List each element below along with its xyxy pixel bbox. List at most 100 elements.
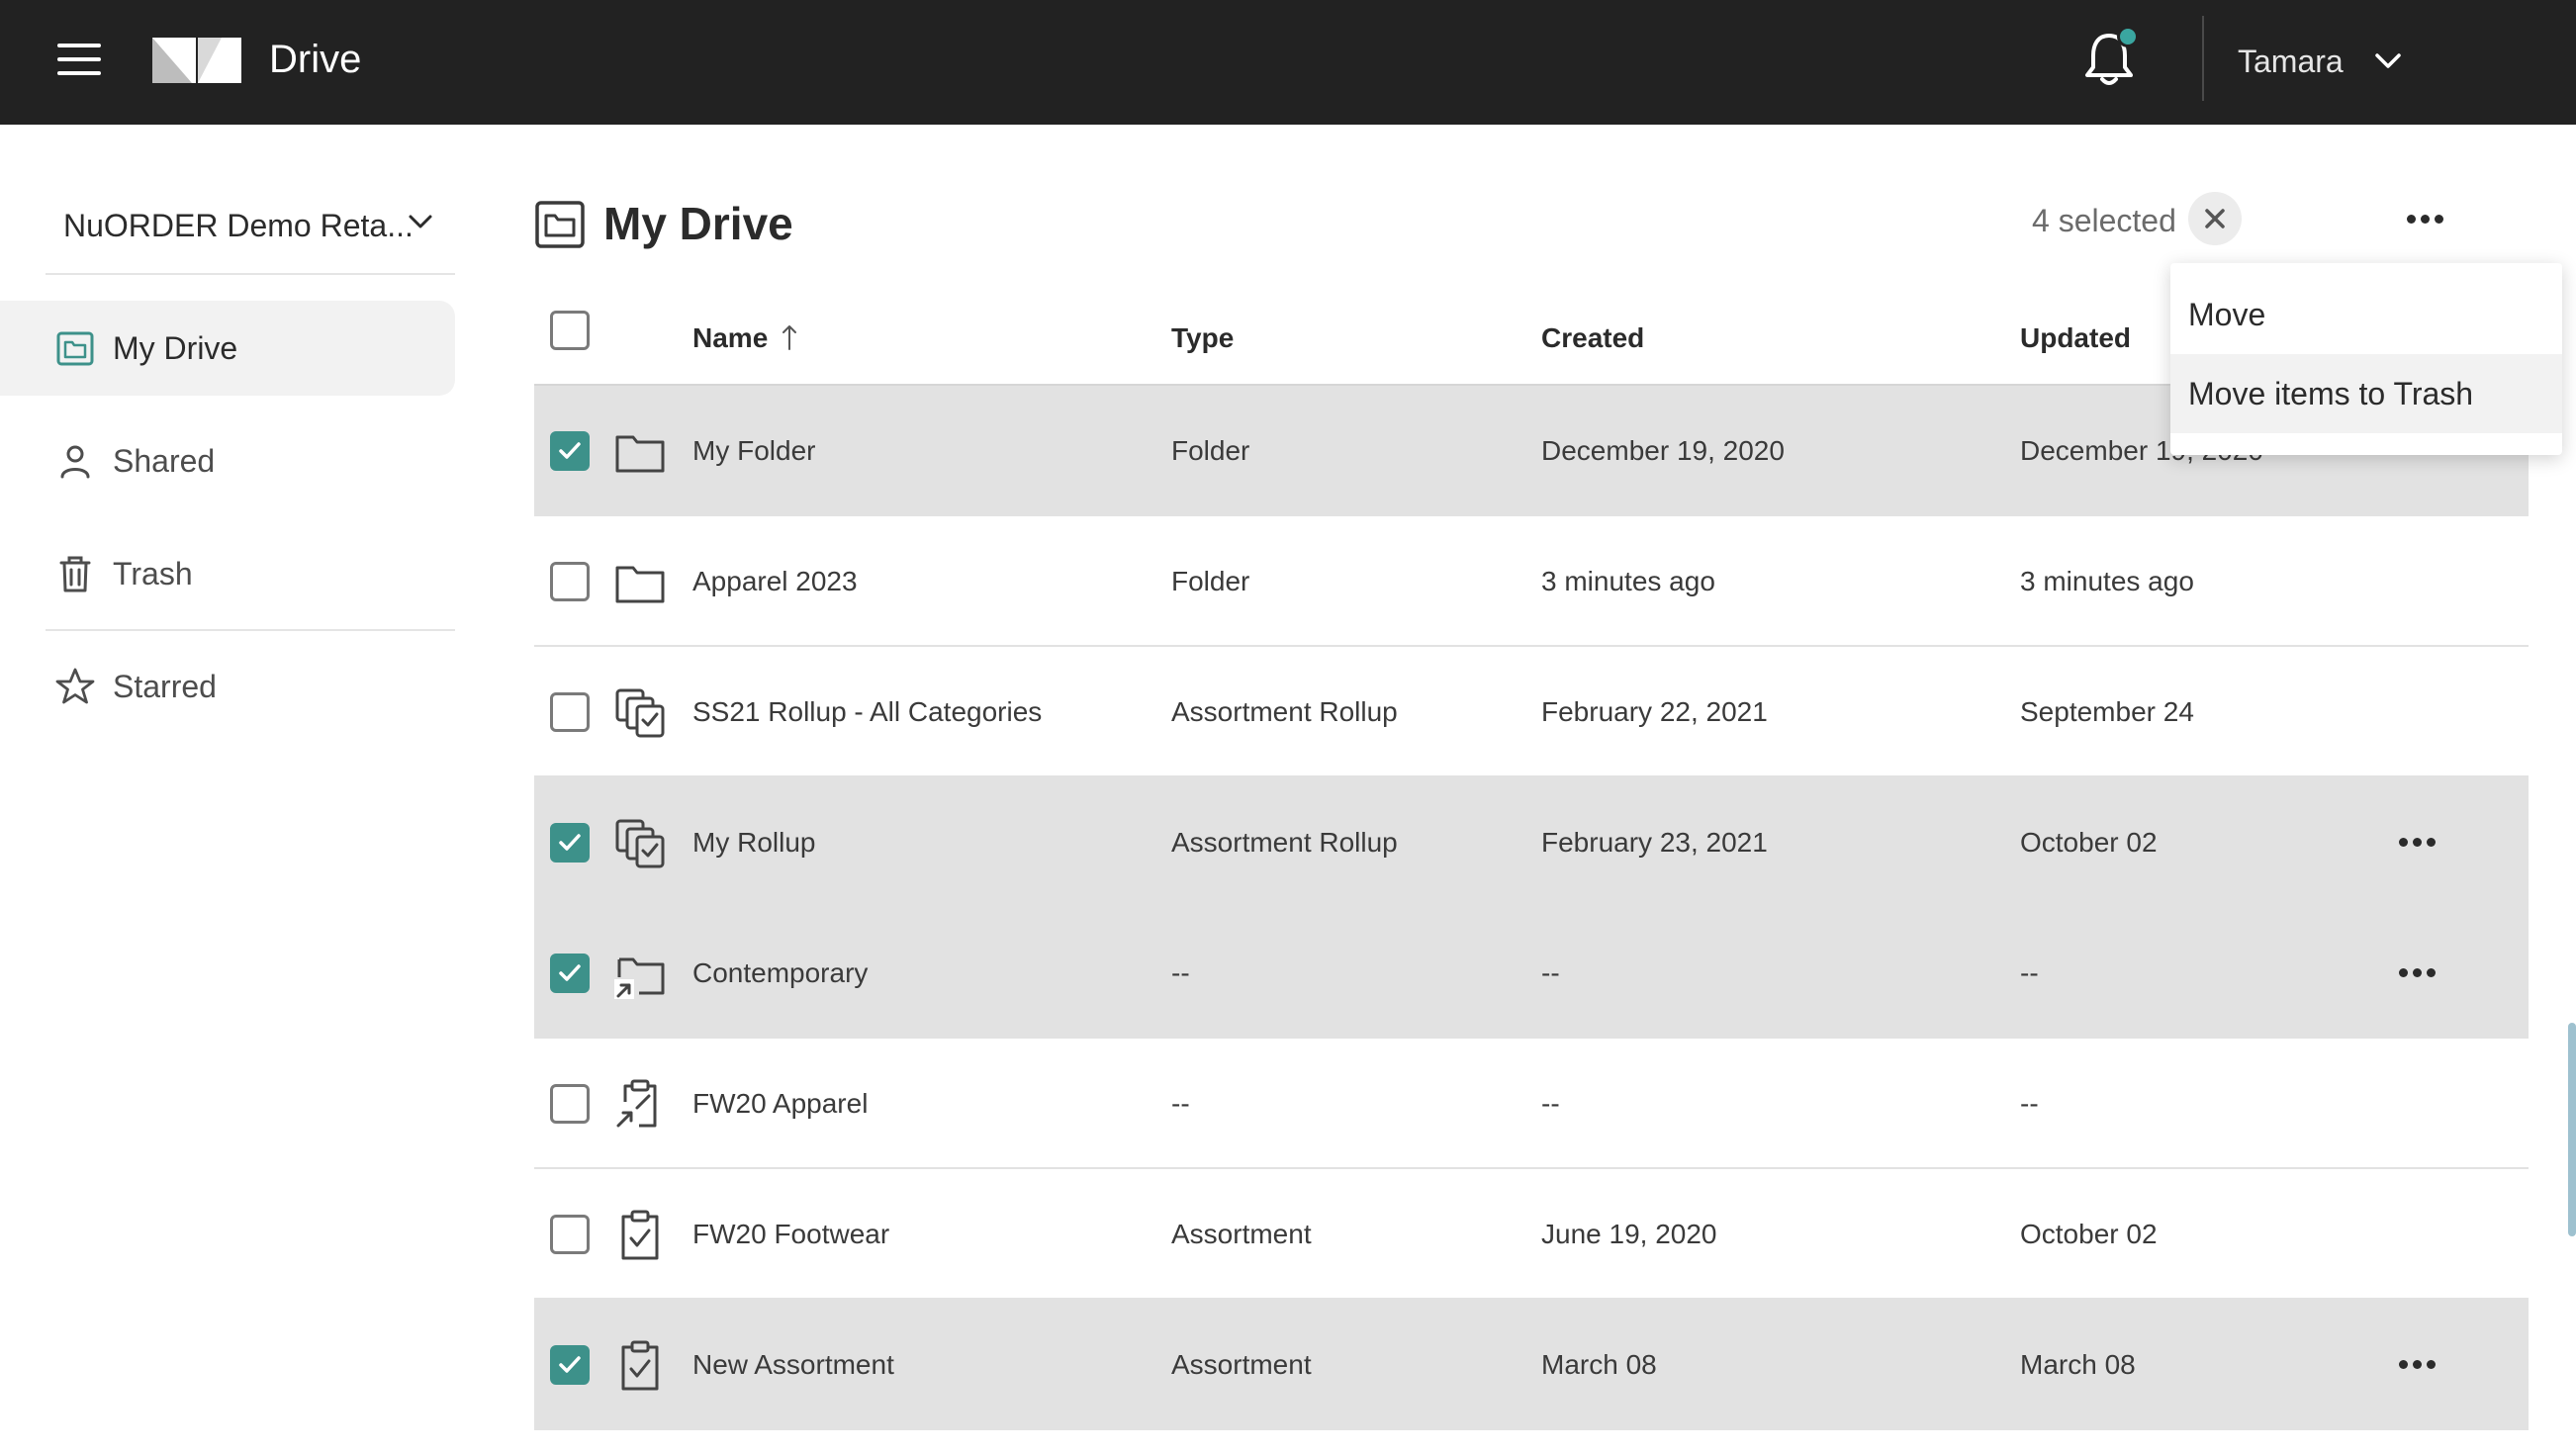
- chevron-down-icon: [2374, 53, 2401, 68]
- row-created: February 23, 2021: [1541, 827, 1768, 858]
- folder-icon: [615, 566, 665, 603]
- chevron-down-icon: [409, 215, 432, 228]
- row-checkbox[interactable]: [550, 1084, 590, 1124]
- row-updated: October 02: [2020, 1219, 2158, 1249]
- row-checkbox[interactable]: [550, 1215, 590, 1254]
- more-horizontal-icon: [2394, 957, 2439, 987]
- sidebar-divider: [46, 273, 455, 275]
- row-created: February 22, 2021: [1541, 696, 1768, 727]
- column-header-label: Name: [692, 322, 769, 353]
- rollup-icon: [615, 819, 665, 868]
- shortcut-folder-icon: [614, 957, 665, 999]
- row-more-button[interactable]: [2394, 957, 2439, 987]
- table-row[interactable]: FW20 Apparel -- -- --: [534, 1039, 2529, 1169]
- checkmark-icon: [559, 442, 581, 459]
- more-horizontal-icon: [2394, 1349, 2439, 1379]
- shortcut-assortment-icon: [616, 1079, 657, 1128]
- row-checkbox[interactable]: [550, 562, 590, 601]
- row-type: --: [1171, 957, 1190, 988]
- table-row[interactable]: SS21 Rollup - All Categories Assortment …: [534, 647, 2529, 777]
- user-name: Tamara: [2238, 43, 2344, 79]
- assortment-icon: [621, 1210, 659, 1260]
- drive-folder-icon: [56, 331, 94, 366]
- app-title: Drive: [269, 38, 362, 81]
- row-created: June 19, 2020: [1541, 1219, 1717, 1249]
- row-updated: October 02: [2020, 827, 2158, 858]
- top-bar: Drive Tamara: [0, 0, 2576, 125]
- row-more-button[interactable]: [2394, 827, 2439, 857]
- menu-item-move[interactable]: Move: [2170, 275, 2562, 354]
- folder-icon: [615, 435, 665, 473]
- star-icon: [55, 668, 95, 704]
- bulk-actions-more-button[interactable]: [2402, 204, 2447, 233]
- row-type: Folder: [1171, 566, 1250, 596]
- row-checkbox[interactable]: [550, 1345, 590, 1385]
- column-header-created[interactable]: Created: [1541, 318, 1644, 358]
- row-name: My Folder: [692, 435, 816, 466]
- more-horizontal-icon: [2394, 827, 2439, 857]
- row-name: My Rollup: [692, 827, 816, 858]
- sidebar-item-starred[interactable]: Starred: [0, 639, 455, 734]
- row-name: SS21 Rollup - All Categories: [692, 696, 1043, 727]
- row-created: March 08: [1541, 1349, 1657, 1380]
- table-row[interactable]: FW20 Footwear Assortment June 19, 2020 O…: [534, 1169, 2529, 1300]
- scrollbar-thumb[interactable]: [2568, 1023, 2576, 1236]
- row-checkbox[interactable]: [550, 954, 590, 993]
- row-type: Assortment: [1171, 1349, 1312, 1380]
- bulk-actions-menu: Move Move items to Trash: [2170, 263, 2562, 455]
- trash-icon: [59, 556, 91, 592]
- person-icon: [60, 445, 90, 479]
- row-checkbox[interactable]: [550, 823, 590, 863]
- close-icon: [2205, 209, 2225, 228]
- row-name: FW20 Footwear: [692, 1219, 890, 1249]
- column-header-type[interactable]: Type: [1171, 318, 1234, 358]
- file-table: Name Type Created Updated My Folder Fold…: [534, 287, 2529, 1430]
- row-type: --: [1171, 1088, 1190, 1119]
- hamburger-menu-icon[interactable]: [57, 42, 101, 77]
- assortment-icon: [621, 1340, 659, 1391]
- topbar-divider: [2202, 16, 2204, 101]
- row-checkbox[interactable]: [550, 692, 590, 732]
- column-header-name[interactable]: Name: [692, 318, 797, 358]
- row-type: Assortment Rollup: [1171, 696, 1398, 727]
- nuorder-logo: [152, 38, 241, 83]
- table-row[interactable]: New Assortment Assortment March 08 March…: [534, 1300, 2529, 1430]
- row-created: 3 minutes ago: [1541, 566, 1715, 596]
- sidebar-item-my-drive[interactable]: My Drive: [0, 301, 455, 396]
- row-type: Folder: [1171, 435, 1250, 466]
- table-row[interactable]: Contemporary -- -- --: [534, 908, 2529, 1039]
- row-updated: 3 minutes ago: [2020, 566, 2194, 596]
- row-name: FW20 Apparel: [692, 1088, 869, 1119]
- row-created: --: [1541, 1088, 1560, 1119]
- select-all-checkbox[interactable]: [550, 311, 590, 350]
- row-updated: --: [2020, 1088, 2039, 1119]
- sidebar-item-label: Starred: [113, 668, 217, 704]
- row-more-button[interactable]: [2394, 1349, 2439, 1379]
- row-updated: --: [2020, 957, 2039, 988]
- selected-count: 4 selected: [2032, 203, 2176, 238]
- workspace-name: NuORDER Demo Reta...: [63, 207, 414, 243]
- notification-badge: [2117, 26, 2139, 47]
- row-updated: September 24: [2020, 696, 2194, 727]
- row-type: Assortment: [1171, 1219, 1312, 1249]
- menu-item-move-to-trash[interactable]: Move items to Trash: [2170, 354, 2562, 433]
- row-created: December 19, 2020: [1541, 435, 1785, 466]
- user-menu[interactable]: Tamara: [2238, 36, 2403, 87]
- page-title: My Drive: [603, 198, 793, 249]
- row-updated: March 08: [2020, 1349, 2136, 1380]
- checkmark-icon: [559, 1356, 581, 1373]
- row-created: --: [1541, 957, 1560, 988]
- workspace-selector[interactable]: NuORDER Demo Reta...: [63, 198, 439, 253]
- row-checkbox[interactable]: [550, 431, 590, 471]
- row-name: New Assortment: [692, 1349, 894, 1380]
- sidebar-item-shared[interactable]: Shared: [0, 413, 455, 508]
- row-name: Apparel 2023: [692, 566, 858, 596]
- table-row[interactable]: Apparel 2023 Folder 3 minutes ago 3 minu…: [534, 516, 2529, 647]
- checkmark-icon: [559, 964, 581, 981]
- clear-selection-button[interactable]: [2188, 192, 2242, 245]
- column-header-updated[interactable]: Updated: [2020, 318, 2131, 358]
- more-horizontal-icon: [2402, 204, 2447, 233]
- sidebar-item-label: Shared: [113, 442, 216, 479]
- table-row[interactable]: My Rollup Assortment Rollup February 23,…: [534, 777, 2529, 908]
- sidebar-item-trash[interactable]: Trash: [0, 526, 455, 621]
